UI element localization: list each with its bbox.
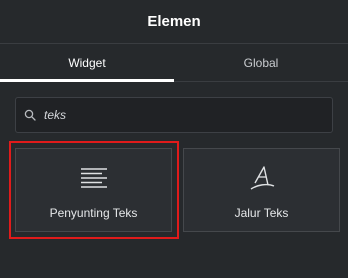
tab-bar: Widget Global (0, 44, 348, 82)
tab-global-label: Global (243, 55, 279, 70)
widget-card-text-editor[interactable]: Penyunting Teks (15, 148, 172, 232)
text-editor-icon (80, 165, 108, 191)
panel-title: Elemen (147, 13, 201, 30)
text-path-icon (247, 165, 277, 191)
widget-label-text-editor: Penyunting Teks (49, 206, 138, 220)
search-icon (16, 98, 44, 132)
tab-global[interactable]: Global (174, 44, 348, 81)
panel-header: Elemen (0, 0, 348, 44)
search-box[interactable] (15, 97, 333, 133)
widget-card-text-path[interactable]: Jalur Teks (183, 148, 340, 232)
widget-label-text-path: Jalur Teks (234, 206, 289, 220)
search-input[interactable] (44, 108, 314, 122)
tab-widget-label: Widget (68, 55, 106, 70)
tab-widget[interactable]: Widget (0, 44, 174, 82)
